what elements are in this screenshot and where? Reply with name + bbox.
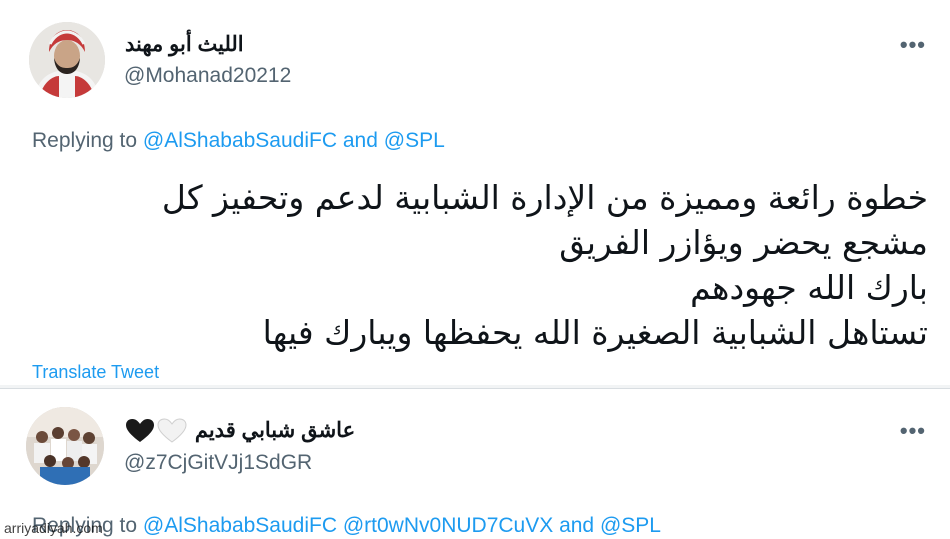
avatar-group-photo-icon [26,407,104,485]
tweet-body: خطوة رائعة ومميزة من الإدارة الشبابية لد… [48,175,928,355]
user-handle[interactable]: @Mohanad20212 [124,64,291,88]
replying-to-label: Replying to [32,129,138,152]
tweet-body-line: بارك الله جهودهم [690,268,928,307]
mention-link[interactable]: @AlShababSaudiFC [143,514,337,537]
replying-connector: and [559,514,595,537]
more-horizontal-icon[interactable]: ••• [900,420,926,442]
mention-link[interactable]: @SPL [384,129,445,152]
tweet-card[interactable]: الليث أبو مهند @Mohanad20212 ••• Replyin… [0,0,950,386]
more-horizontal-icon[interactable]: ••• [900,34,926,56]
translate-tweet-link[interactable]: Translate Tweet [32,362,159,383]
replying-connector: and [342,129,378,152]
name-emoji-group [125,418,189,444]
tweet-body-line: مشجع يحضر ويؤازر الفريق [559,223,928,262]
user-avatar[interactable] [26,407,104,485]
replying-to-line: Replying to @AlShababSaudiFC @rt0wNv0NUD… [32,514,661,538]
replying-to-line: Replying to @AlShababSaudiFC and @SPL [32,129,445,153]
tweet-body-line: تستاهل الشبابية الصغيرة الله يحفظها ويبا… [262,313,928,352]
display-name[interactable]: الليث أبو مهند [125,32,244,57]
display-name[interactable]: عاشق شبابي قديم [125,418,355,444]
user-handle[interactable]: @z7CjGitVJj1SdGR [124,451,312,475]
mention-link[interactable]: @rt0wNv0NUD7CuVX [343,514,553,537]
mention-link[interactable]: @SPL [600,514,661,537]
display-name-text: عاشق شبابي قديم [194,419,356,442]
black-heart-icon [126,418,187,444]
avatar-portrait-icon [29,22,105,98]
user-avatar[interactable] [29,22,105,98]
tweet-body-line: خطوة رائعة ومميزة من الإدارة الشبابية لد… [161,178,928,217]
mention-link[interactable]: @AlShababSaudiFC [143,129,337,152]
site-watermark: arriyadiyah.com [4,520,103,536]
